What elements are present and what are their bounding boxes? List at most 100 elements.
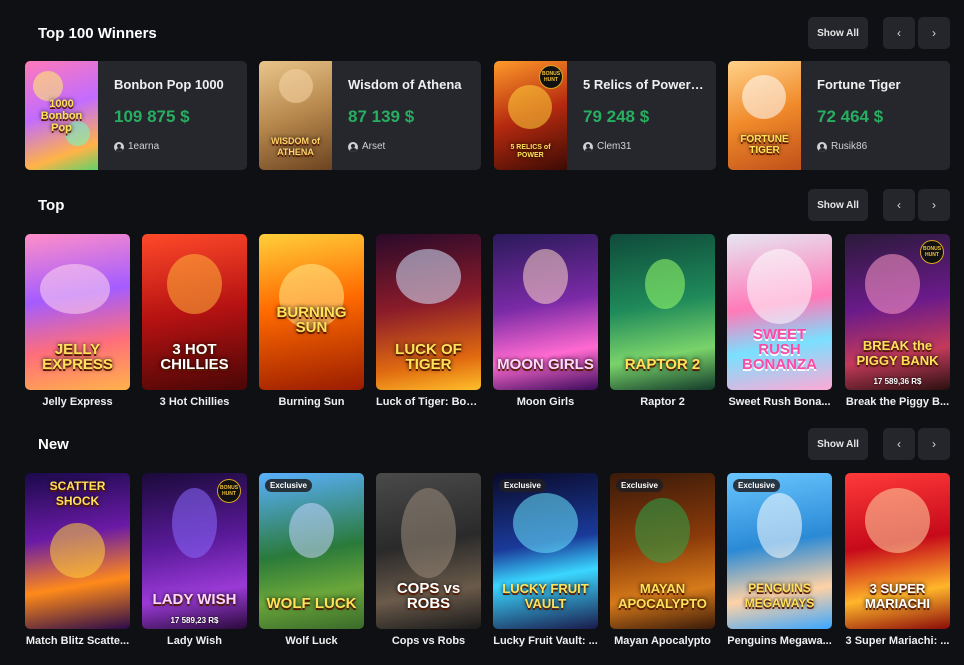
- game-card[interactable]: MOON GIRLS Moon Girls: [493, 234, 598, 408]
- game-name: 3 Hot Chillies: [159, 396, 230, 408]
- game-thumbnail: Exclusive WOLF LUCK: [259, 473, 364, 629]
- winner-username: 1earna: [128, 141, 160, 152]
- game-card[interactable]: 3 HOT CHILLIES 3 Hot Chillies: [142, 234, 247, 408]
- thumb-text: LUCKY FRUIT VAULT: [502, 581, 589, 611]
- bonus-hunt-badge: BONUS HUNT: [920, 240, 944, 264]
- game-card[interactable]: 3 SUPER MARIACHI 3 Super Mariachi: ...: [845, 473, 950, 647]
- game-card[interactable]: Exclusive PENGUINS MEGAWAYS Penguins Meg…: [727, 473, 832, 647]
- game-name: Jelly Express: [42, 396, 113, 408]
- game-thumbnail: LUCK OF TIGER: [376, 234, 481, 390]
- thumb-text: LADY WISH: [152, 591, 237, 608]
- bonus-hunt-badge: BONUS HUNT: [217, 479, 241, 503]
- exclusive-badge: Exclusive: [265, 479, 312, 492]
- game-name: Moon Girls: [516, 396, 575, 408]
- game-name: Raptor 2: [640, 396, 685, 408]
- winner-card[interactable]: FORTUNE TIGER Fortune Tiger 72 464 $ Rus…: [728, 61, 950, 170]
- game-card[interactable]: SCATTER SHOCK Match Blitz Scatte...: [25, 473, 130, 647]
- game-thumbnail: SWEET RUSH BONANZA: [727, 234, 832, 390]
- game-name: Luck of Tiger: Bon...: [376, 396, 481, 408]
- thumb-text: 3 HOT CHILLIES: [160, 341, 229, 373]
- bonus-hunt-badge: BONUS HUNT: [539, 65, 563, 89]
- section-title-winners: Top 100 Winners: [38, 25, 157, 42]
- thumb-text: PENGUINS MEGAWAYS: [744, 581, 815, 610]
- winner-username: Rusik86: [831, 141, 868, 152]
- thumb-text: SWEET RUSH BONANZA: [742, 326, 817, 373]
- winner-card[interactable]: WISDOM of ATHENA Wisdom of Athena 87 139…: [259, 61, 481, 170]
- game-thumbnail: JELLY EXPRESS: [25, 234, 130, 390]
- game-thumbnail: RAPTOR 2: [610, 234, 715, 390]
- winner-amount: 72 464 $: [817, 107, 884, 126]
- game-thumbnail: BURNING SUN: [259, 234, 364, 390]
- game-thumbnail: BONUS HUNT LADY WISH 17 589,23 R$: [142, 473, 247, 629]
- thumb-text: BURNING SUN: [276, 304, 347, 336]
- game-thumbnail: 1000 Bonbon Pop: [25, 61, 98, 170]
- exclusive-badge: Exclusive: [499, 479, 546, 492]
- game-card[interactable]: Exclusive WOLF LUCK Wolf Luck: [259, 473, 364, 647]
- game-thumbnail: FORTUNE TIGER: [728, 61, 801, 170]
- game-card[interactable]: BURNING SUN Burning Sun: [259, 234, 364, 408]
- game-card[interactable]: COPS vs ROBS Cops vs Robs: [376, 473, 481, 647]
- thumb-text: MAYAN APOCALYPTO: [618, 581, 707, 611]
- top-section-header: Top Show All ‹ ›: [25, 189, 950, 223]
- game-name: Penguins Megawa...: [727, 635, 832, 647]
- next-button-winners[interactable]: ›: [918, 17, 950, 49]
- game-card[interactable]: BONUS HUNT LADY WISH 17 589,23 R$ Lady W…: [142, 473, 247, 647]
- next-button-top[interactable]: ›: [918, 189, 950, 221]
- game-name: Break the Piggy B...: [845, 396, 950, 408]
- chevron-left-icon: ‹: [897, 437, 901, 451]
- winner-game-name: 5 Relics of Power: ...: [583, 77, 707, 92]
- jackpot-amount: 17 589,36 R$: [873, 377, 922, 386]
- game-thumbnail: Exclusive PENGUINS MEGAWAYS: [727, 473, 832, 629]
- winner-amount: 79 248 $: [583, 107, 650, 126]
- top-games-row: JELLY EXPRESS Jelly Express 3 HOT CHILLI…: [25, 234, 950, 414]
- game-thumbnail: BONUS HUNT BREAK the PIGGY BANK 17 589,3…: [845, 234, 950, 390]
- winner-card[interactable]: BONUS HUNT 5 RELICS of POWER 5 Relics of…: [494, 61, 716, 170]
- game-thumbnail: Exclusive MAYAN APOCALYPTO: [610, 473, 715, 629]
- game-name: Match Blitz Scatte...: [25, 635, 130, 647]
- exclusive-badge: Exclusive: [733, 479, 780, 492]
- game-thumbnail: 3 HOT CHILLIES: [142, 234, 247, 390]
- thumb-text: WISDOM of ATHENA: [271, 136, 320, 157]
- prev-button-top[interactable]: ‹: [883, 189, 915, 221]
- game-card[interactable]: Exclusive LUCKY FRUIT VAULT Lucky Fruit …: [493, 473, 598, 647]
- game-card[interactable]: Exclusive MAYAN APOCALYPTO Mayan Apocaly…: [610, 473, 715, 647]
- game-thumbnail: Exclusive LUCKY FRUIT VAULT: [493, 473, 598, 629]
- thumb-text: 5 RELICS of POWER: [510, 144, 551, 159]
- thumb-text: MOON GIRLS: [497, 356, 594, 373]
- show-all-button-winners[interactable]: Show All: [808, 17, 868, 49]
- winner-user: 1earna: [114, 141, 159, 152]
- thumb-text: JELLY EXPRESS: [42, 341, 113, 373]
- game-name: Lady Wish: [167, 635, 222, 647]
- thumb-text: COPS vs ROBS: [396, 580, 461, 612]
- chevron-right-icon: ›: [932, 198, 936, 212]
- game-name: 3 Super Mariachi: ...: [845, 635, 950, 647]
- show-all-button-top[interactable]: Show All: [808, 189, 868, 221]
- winner-game-name: Fortune Tiger: [817, 77, 901, 92]
- jackpot-amount: 17 589,23 R$: [170, 616, 219, 625]
- winner-user: Clem31: [583, 141, 631, 152]
- winner-user: Arset: [348, 141, 385, 152]
- user-icon: [114, 141, 124, 152]
- prev-button-winners[interactable]: ‹: [883, 17, 915, 49]
- winner-card[interactable]: 1000 Bonbon Pop Bonbon Pop 1000 109 875 …: [25, 61, 247, 170]
- winner-username: Clem31: [597, 141, 632, 152]
- winner-amount: 87 139 $: [348, 107, 415, 126]
- game-name: Cops vs Robs: [391, 635, 466, 647]
- thumb-text: RAPTOR 2: [624, 356, 701, 373]
- thumb-text: SCATTER SHOCK: [49, 479, 106, 508]
- thumb-text: LUCK OF TIGER: [395, 341, 462, 373]
- game-card[interactable]: JELLY EXPRESS Jelly Express: [25, 234, 130, 408]
- section-title-top: Top: [38, 197, 65, 214]
- game-card[interactable]: RAPTOR 2 Raptor 2: [610, 234, 715, 408]
- game-card[interactable]: SWEET RUSH BONANZA Sweet Rush Bona...: [727, 234, 832, 408]
- show-all-button-new[interactable]: Show All: [808, 428, 868, 460]
- winners-section-header: Top 100 Winners Show All ‹ ›: [25, 17, 950, 51]
- game-thumbnail: WISDOM of ATHENA: [259, 61, 332, 170]
- game-thumbnail: BONUS HUNT 5 RELICS of POWER: [494, 61, 567, 170]
- game-card[interactable]: LUCK OF TIGER Luck of Tiger: Bon...: [376, 234, 481, 408]
- game-thumbnail: 3 SUPER MARIACHI: [845, 473, 950, 629]
- prev-button-new[interactable]: ‹: [883, 428, 915, 460]
- next-button-new[interactable]: ›: [918, 428, 950, 460]
- chevron-right-icon: ›: [932, 437, 936, 451]
- game-card[interactable]: BONUS HUNT BREAK the PIGGY BANK 17 589,3…: [845, 234, 950, 408]
